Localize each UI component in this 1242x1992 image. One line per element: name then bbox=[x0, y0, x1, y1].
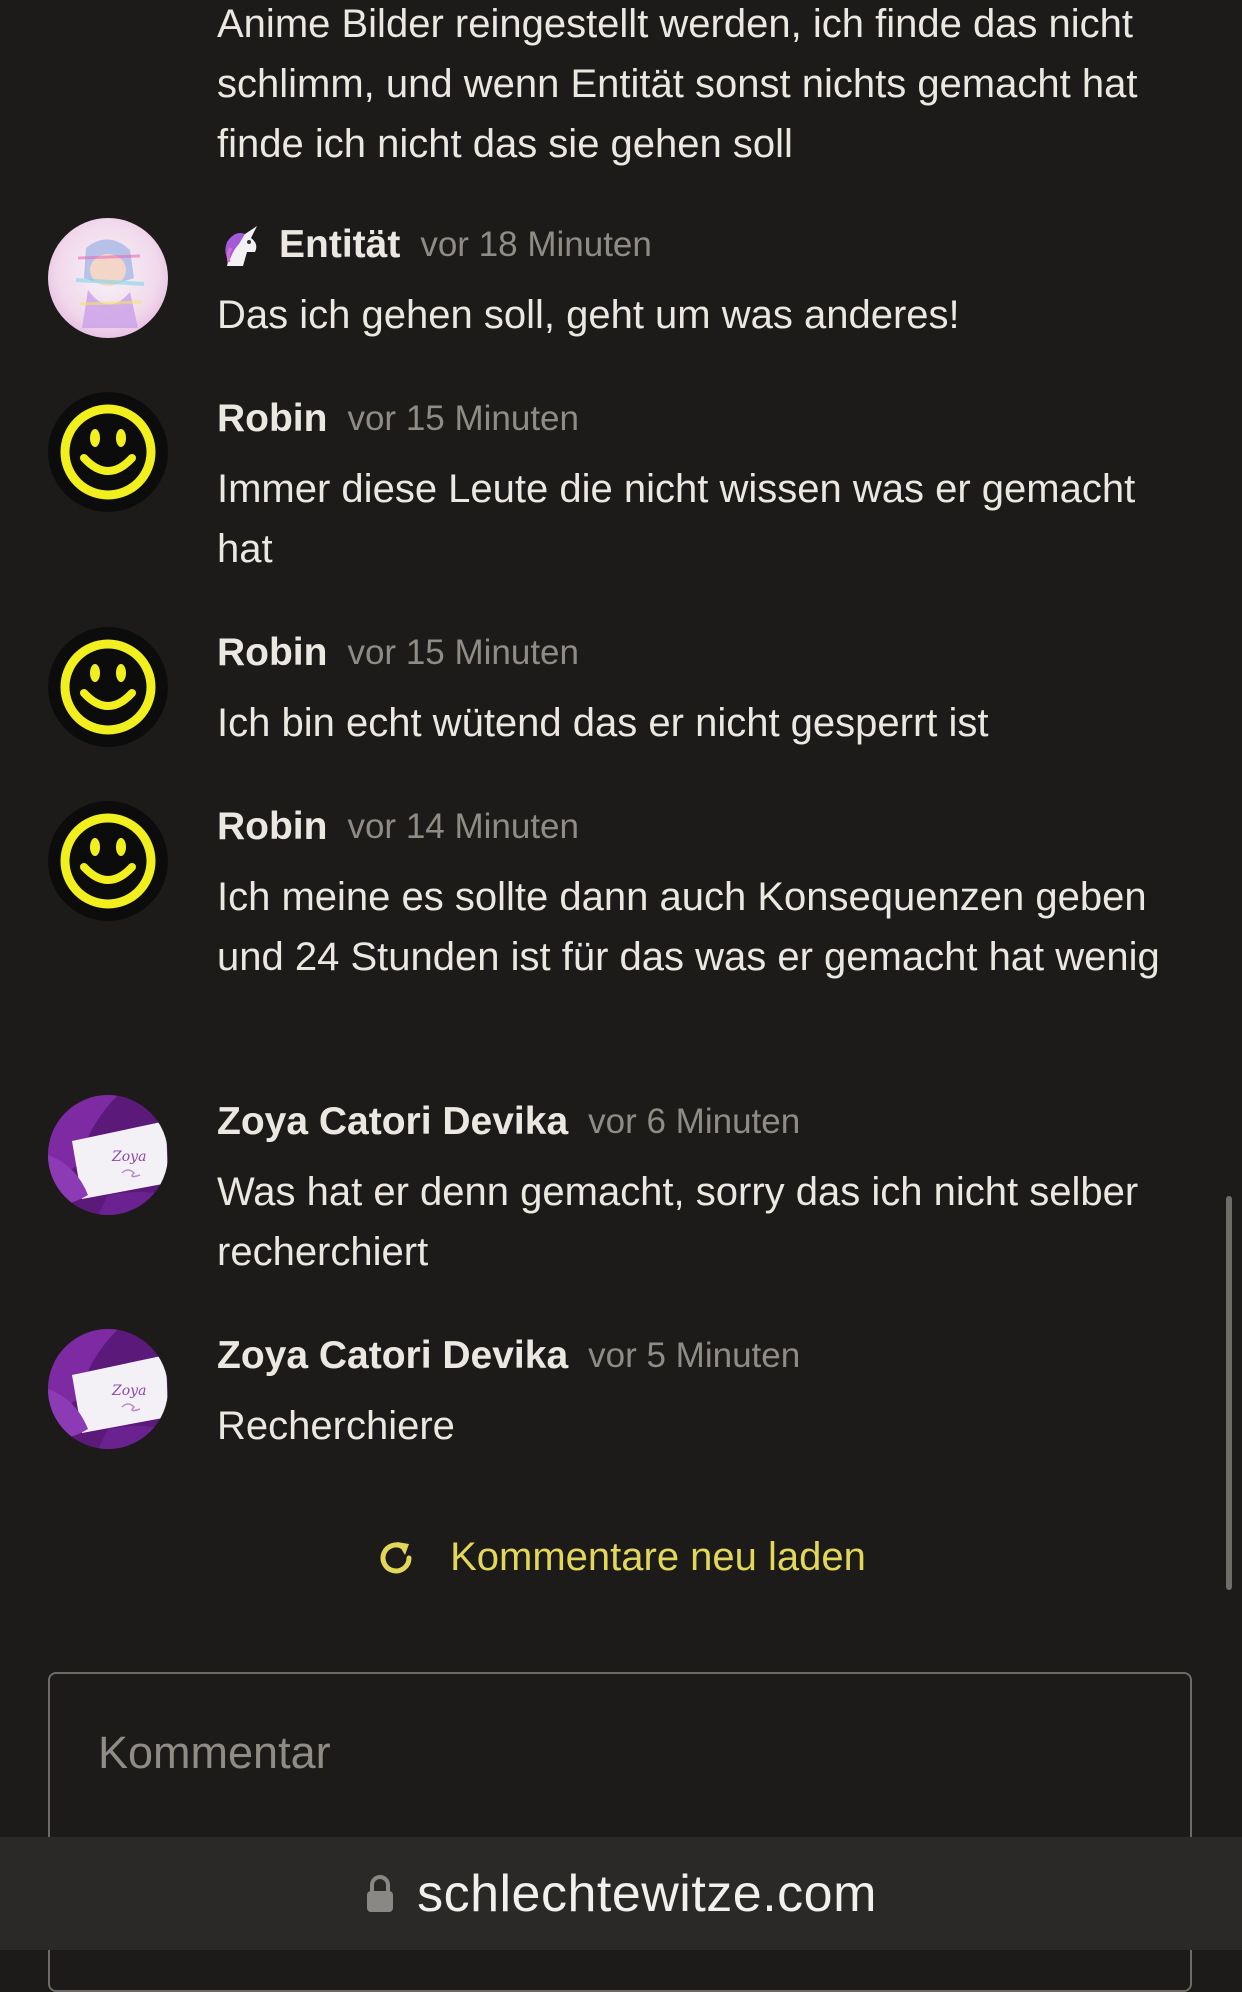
comment-author[interactable]: Robin bbox=[217, 397, 327, 441]
comment-header: Zoya Catori Devika vor 6 Minuten bbox=[217, 1096, 800, 1148]
refresh-icon bbox=[380, 1541, 412, 1573]
avatar-label: Zoya bbox=[111, 1383, 146, 1399]
previous-comment-text: Anime Bilder reingestellt werden, ich fi… bbox=[217, 2, 1138, 166]
smiley-icon bbox=[48, 801, 168, 921]
comment-timestamp: vor 6 Minuten bbox=[588, 1102, 801, 1141]
comment-header: Entität vor 18 Minuten bbox=[217, 219, 652, 271]
reload-comments-button[interactable]: Kommentare neu laden bbox=[0, 1535, 1242, 1580]
comment-timestamp: vor 14 Minuten bbox=[347, 807, 579, 846]
avatar-zoya[interactable]: Zoya bbox=[48, 1095, 168, 1215]
comment-header: Robin vor 15 Minuten bbox=[217, 627, 579, 679]
lock-icon bbox=[367, 1874, 394, 1912]
unicorn-icon bbox=[225, 226, 257, 266]
avatar-entitaet[interactable] bbox=[48, 218, 168, 338]
comment-text: Ich meine es sollte dann auch Konsequenz… bbox=[217, 875, 1160, 979]
comment-header: Robin vor 14 Minuten bbox=[217, 801, 579, 853]
comment-timestamp: vor 15 Minuten bbox=[347, 633, 579, 672]
reload-comments-label: Kommentare neu laden bbox=[450, 1535, 866, 1579]
comment-input[interactable] bbox=[96, 1722, 1140, 1784]
smiley-icon bbox=[48, 627, 168, 747]
avatar-zoya[interactable]: Zoya bbox=[48, 1329, 168, 1449]
comment-author[interactable]: Entität bbox=[279, 223, 400, 267]
comment-header: Zoya Catori Devika vor 5 Minuten bbox=[217, 1330, 800, 1382]
avatar-label: Zoya bbox=[111, 1149, 146, 1165]
comment-text: Recherchiere bbox=[217, 1404, 455, 1448]
comment-timestamp: vor 5 Minuten bbox=[588, 1336, 801, 1375]
comment-author[interactable]: Robin bbox=[217, 805, 327, 849]
avatar-robin[interactable] bbox=[48, 801, 168, 921]
comment-header: Robin vor 15 Minuten bbox=[217, 393, 579, 445]
smiley-icon bbox=[48, 392, 168, 512]
comment-timestamp: vor 18 Minuten bbox=[420, 225, 652, 264]
scrollbar[interactable] bbox=[1226, 1196, 1232, 1590]
comment-text: Das ich gehen soll, geht um was anderes! bbox=[217, 293, 960, 337]
comment-text: Ich bin echt wütend das er nicht gesperr… bbox=[217, 701, 989, 745]
avatar-robin[interactable] bbox=[48, 627, 168, 747]
comment-text: Immer diese Leute die nicht wissen was e… bbox=[217, 467, 1136, 571]
url-text: schlechtewitze.com bbox=[417, 1864, 877, 1923]
comment-timestamp: vor 15 Minuten bbox=[347, 399, 579, 438]
browser-address-bar[interactable]: schlechtewitze.com bbox=[0, 1837, 1242, 1950]
comment-author[interactable]: Zoya Catori Devika bbox=[217, 1334, 568, 1378]
comment-author[interactable]: Robin bbox=[217, 631, 327, 675]
avatar-robin[interactable] bbox=[48, 392, 168, 512]
comment-text: Was hat er denn gemacht, sorry das ich n… bbox=[217, 1170, 1139, 1274]
comment-author[interactable]: Zoya Catori Devika bbox=[217, 1100, 568, 1144]
